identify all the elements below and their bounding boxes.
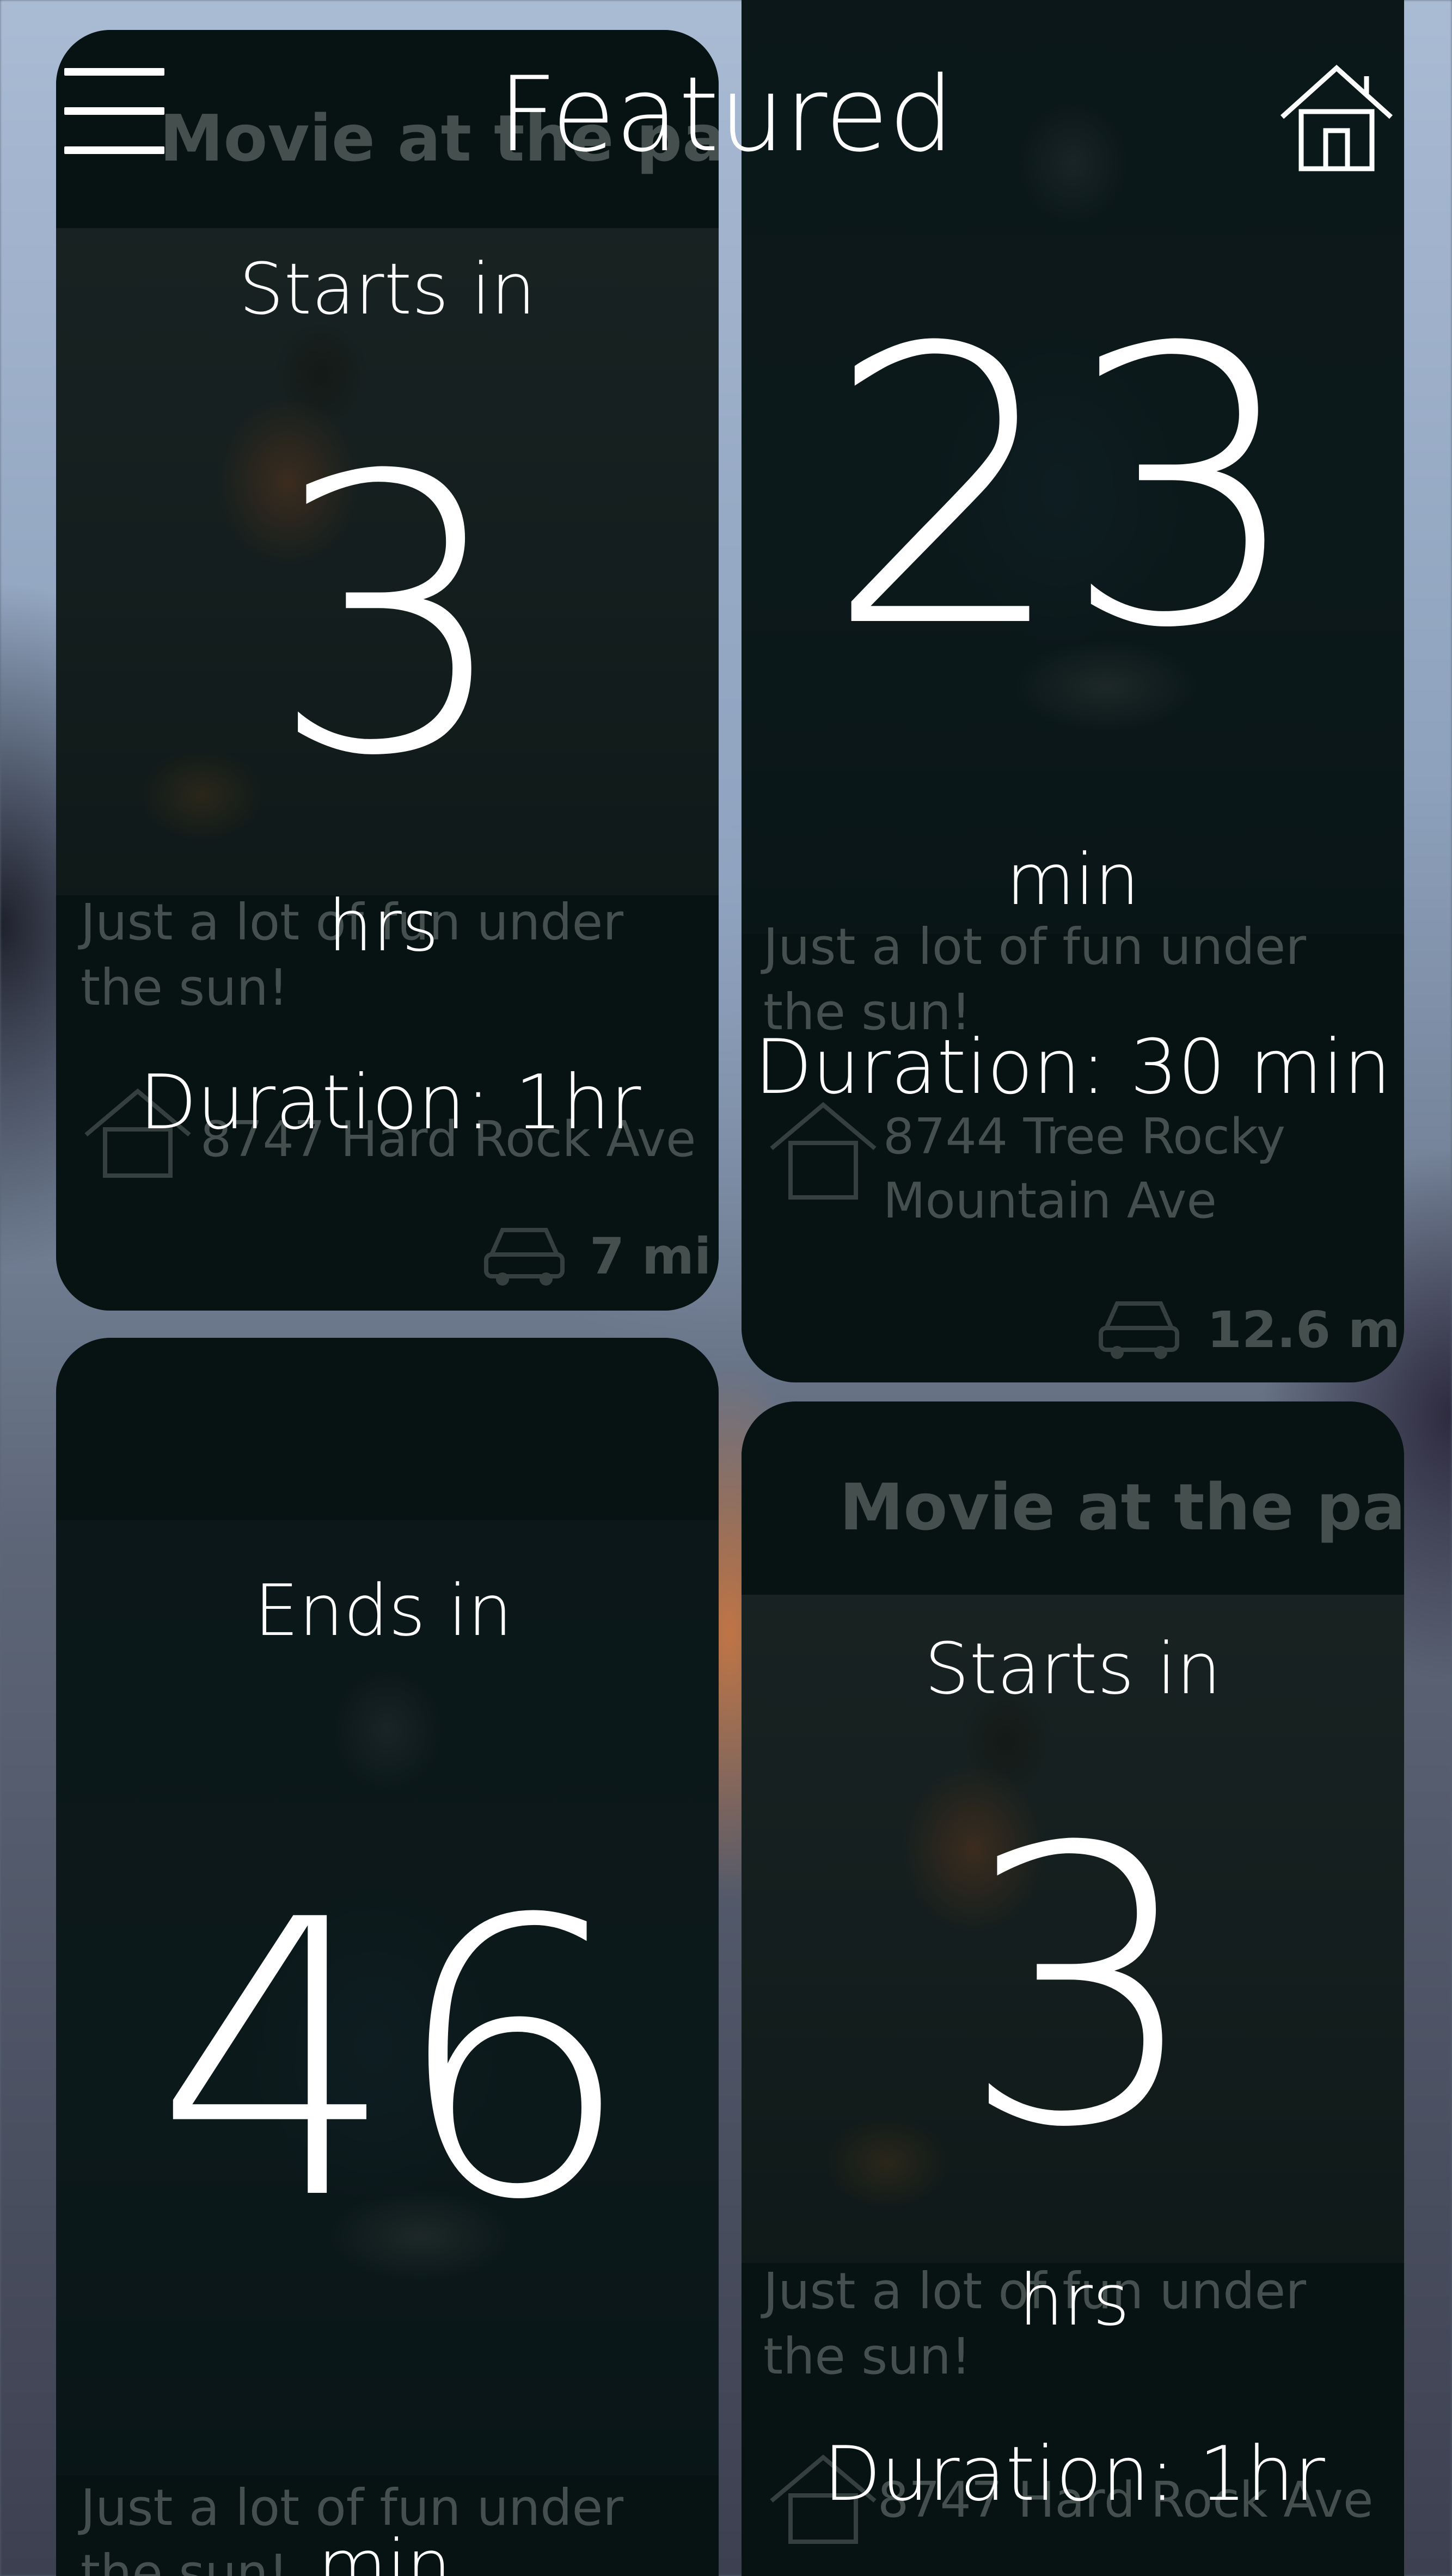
countdown-label: Starts in xyxy=(238,248,536,330)
car-icon xyxy=(1099,1301,1179,1359)
event-title: Movie at the park xyxy=(840,1470,1404,1545)
countdown-label: Ends in xyxy=(254,1569,513,1652)
page-title: Featured xyxy=(498,54,954,175)
car-icon xyxy=(484,1228,565,1286)
countdown-label: Starts in xyxy=(924,1627,1222,1710)
home-address-icon xyxy=(770,1102,877,1200)
event-card-2[interactable]: Just a lot of fun under the sun! 8744 Tr… xyxy=(742,0,1404,1382)
event-card-3[interactable]: Just a lot of fun under the sun! Ends in… xyxy=(56,1338,719,2576)
countdown-unit: hrs xyxy=(328,884,439,967)
event-card-1[interactable]: Movie at the park Just a lot of fun unde… xyxy=(56,30,719,1311)
countdown-value: 3 xyxy=(268,396,511,839)
event-distance: 7 mi xyxy=(590,1227,712,1286)
event-distance: 12.6 mi xyxy=(1207,1301,1404,1359)
countdown-unit: min xyxy=(1006,838,1140,921)
countdown-value: 3 xyxy=(959,1767,1202,2211)
event-duration: Duration: 30 min xyxy=(754,1023,1392,1111)
countdown-unit: hrs xyxy=(1019,2259,1130,2341)
event-address: 8744 Tree Rocky Mountain Ave xyxy=(883,1108,1285,1229)
event-duration: Duration: 1hr xyxy=(823,2430,1325,2518)
countdown-value: 23 xyxy=(825,268,1304,711)
countdown-unit: min xyxy=(317,2524,452,2576)
home-icon[interactable] xyxy=(1277,60,1396,174)
countdown-value: 46 xyxy=(154,1840,634,2283)
event-duration: Duration: 1hr xyxy=(139,1059,641,1146)
event-card-4[interactable]: Movie at the park Just a lot of fun unde… xyxy=(742,1401,1404,2576)
